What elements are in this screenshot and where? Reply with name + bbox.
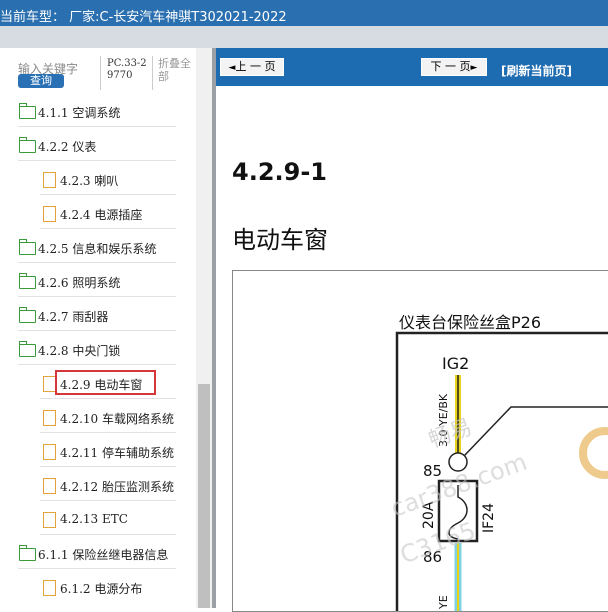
tree-item[interactable]: 4.2.6 照明系统 [0,264,196,297]
tree-item-label: 4.2.2 仪表 [38,140,97,154]
tree-item[interactable]: 6.1.2 电源分布 [0,570,196,603]
document-icon [43,512,56,528]
tree-item[interactable]: 4.1.1 空调系统 [0,94,196,127]
document-icon [43,410,56,426]
tree-item-label: 4.2.6 照明系统 [38,276,121,290]
tree-item[interactable]: 4.2.8 中央门锁 [0,332,196,365]
tree-item[interactable]: 4.2.12 胎压监测系统 [0,468,196,501]
search-bar: 输入关键字 查询 PC.33-29770 折叠全部 [0,48,212,94]
tree-item-label: 4.2.5 信息和娱乐系统 [38,242,157,256]
title-bar: 当前车型： 厂家:C-长安汽车神骐T302021-2022 [0,0,608,48]
fuse-id: IF24 [481,503,497,533]
query-button[interactable]: 查询 [18,74,64,88]
tree-item[interactable]: 4.2.5 信息和娱乐系统 [0,230,196,263]
brand-logo-icon [579,427,608,479]
diagram-frame: 仪表台保险丝盒P26 IG2 3.0 YE/BK 85 20A IF24 86 … [232,270,608,612]
folder-icon [19,239,36,255]
wiring-diagram: 仪表台保险丝盒P26 IG2 3.0 YE/BK 85 20A IF24 86 … [387,313,608,611]
folder-icon [19,103,36,119]
catalog-tree: 4.1.1 空调系统 4.2.2 仪表 4.2.3 喇叭 4.2.4 电源插座 … [0,94,196,608]
page-nav-bar: ◄上 一 页 下 一 页► [刷新当前页] [216,48,608,86]
prev-page-label: 上 一 页 [235,60,276,73]
tree-item-selected[interactable]: 4.2.9 电动车窗 [0,366,196,399]
refresh-page-link[interactable]: [刷新当前页] [501,62,572,79]
vehicle-title: 当前车型： 厂家:C-长安汽车神骐T302021-2022 [0,10,287,25]
tree-item-label: 4.2.12 胎压监测系统 [60,480,174,494]
folder-icon [19,137,36,153]
tree-item[interactable]: 4.2.10 车载网络系统 [0,400,196,433]
pc-code: PC.33-29770 [107,58,147,81]
watermark-cn: 畅易 [426,415,476,454]
tree-item-label: 4.2.11 停车辅助系统 [60,446,174,460]
tree-scrollbar[interactable] [196,48,212,608]
document-icon [43,206,56,222]
tree-item[interactable]: 6.1.1 保险丝继电器信息 [0,536,196,569]
left-panel: 输入关键字 查询 PC.33-29770 折叠全部 4.1.1 空调系统 4.2… [0,48,212,608]
tree-item[interactable]: 4.2.2 仪表 [0,128,196,161]
next-page-button[interactable]: 下 一 页► [421,58,487,76]
document-viewer: 4.2.9-1 电动车窗 仪表台保险丝盒P26 IG2 3.0 YE/BK 85… [216,86,608,612]
tree-item-label: 4.2.4 电源插座 [60,208,143,222]
tree-item[interactable]: 4.2.3 喇叭 [0,162,196,195]
folder-icon [19,545,36,561]
tree-item[interactable]: 4.2.4 电源插座 [0,196,196,229]
tree-item[interactable]: 4.2.7 雨刮器 [0,298,196,331]
power-label: IG2 [442,354,469,373]
next-arrow-icon: ► [470,63,478,73]
tree-item-label: 4.1.1 空调系统 [38,106,121,120]
tree-item-label: 4.2.13 ETC [60,512,128,526]
divider [100,56,101,90]
document-icon [43,444,56,460]
tree-item[interactable]: 4.2.11 停车辅助系统 [0,434,196,467]
tree-item-label: 4.2.7 雨刮器 [38,310,109,324]
tree-item-label: 4.2.10 车载网络系统 [60,412,174,426]
collapse-all-button[interactable]: 折叠全部 [158,57,198,83]
document-title: 电动车窗 [232,226,328,254]
tree-item-label: 4.2.8 中央门锁 [38,344,121,358]
section-number: 4.2.9-1 [232,158,327,186]
tree-item[interactable]: 4.2.13 ETC [0,502,196,535]
tree-item-label: 4.2.3 喇叭 [60,174,119,188]
tree-item-label: 4.2.9 电动车窗 [60,378,143,392]
document-icon [43,580,56,596]
next-page-label: 下 一 页 [430,60,471,73]
folder-icon [19,273,36,289]
document-icon [43,478,56,494]
scrollbar-thumb[interactable] [198,384,210,608]
tree-item-label: 6.1.2 电源分布 [60,582,143,596]
folder-icon [19,341,36,357]
divider [152,56,153,90]
fusebox-label: 仪表台保险丝盒P26 [399,313,541,332]
prev-page-button[interactable]: ◄上 一 页 [220,58,284,76]
folder-icon [19,307,36,323]
document-icon [43,172,56,188]
tree-item-label: 6.1.1 保险丝继电器信息 [38,548,169,562]
